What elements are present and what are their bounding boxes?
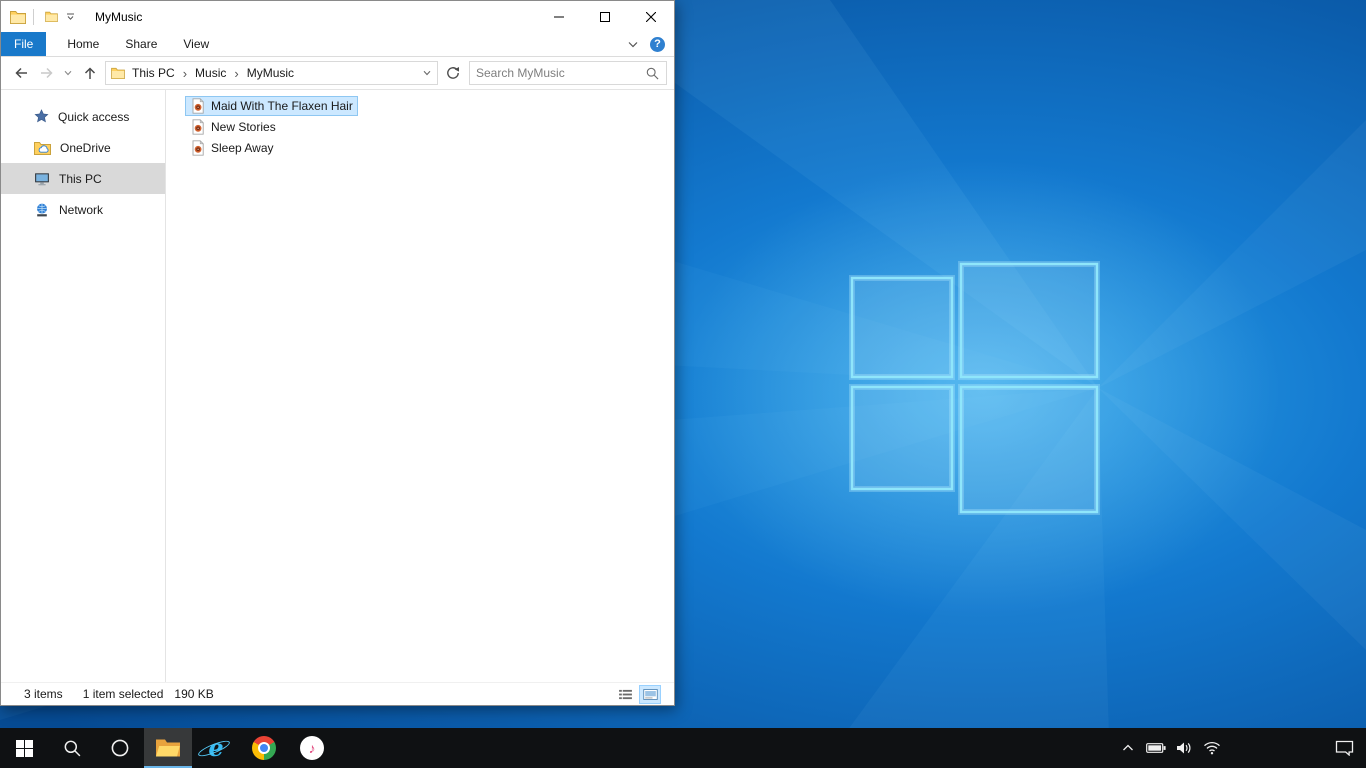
windows-logo-icon: [15, 739, 33, 757]
music-file-icon: [190, 140, 206, 156]
close-button[interactable]: [628, 1, 674, 32]
expand-ribbon-chevron-icon[interactable]: [628, 41, 638, 48]
file-name: Sleep Away: [211, 141, 274, 155]
battery-icon: [1146, 743, 1166, 753]
action-center-icon: [1335, 740, 1353, 756]
cortana-circle-icon: [111, 739, 129, 757]
sidebar-item-label: This PC: [59, 171, 102, 186]
window-body: Quick access OneDrive This PC Network Ma…: [1, 90, 674, 682]
status-item-count: 3 items: [24, 687, 63, 701]
cortana-button[interactable]: [96, 728, 144, 768]
quick-access-toolbar-folder-icon[interactable]: [41, 1, 62, 32]
taskbar-chrome-button[interactable]: [240, 728, 288, 768]
ribbon-tab-bar: File Home Share View ?: [1, 32, 674, 57]
search-box: [469, 61, 667, 85]
action-center-button[interactable]: [1324, 728, 1364, 768]
file-item-maid-with-the-flaxen-hair[interactable]: Maid With The Flaxen Hair: [185, 96, 358, 116]
search-icon[interactable]: [646, 67, 666, 80]
file-list[interactable]: Maid With The Flaxen Hair New Stories Sl…: [166, 90, 674, 682]
system-tray: [1116, 728, 1224, 768]
window-folder-icon: [10, 10, 26, 24]
breadcrumb-mymusic[interactable]: MyMusic: [240, 62, 301, 84]
navigation-pane: Quick access OneDrive This PC Network: [1, 90, 166, 682]
onedrive-icon: [34, 141, 51, 155]
internet-explorer-icon: e: [196, 735, 232, 761]
status-selection-size: 190 KB: [174, 687, 214, 701]
sidebar-item-label: Network: [59, 202, 104, 217]
title-bar[interactable]: MyMusic: [1, 1, 674, 32]
start-button[interactable]: [0, 728, 48, 768]
sidebar-item-this-pc[interactable]: This PC: [1, 163, 165, 194]
taskbar-search-button[interactable]: [48, 728, 96, 768]
speaker-icon: [1177, 742, 1191, 754]
status-bar: 3 items 1 item selected 190 KB: [1, 682, 674, 705]
file-item-sleep-away[interactable]: Sleep Away: [185, 138, 279, 158]
minimize-button[interactable]: [536, 1, 582, 32]
network-icon: [34, 203, 50, 217]
refresh-button[interactable]: [441, 61, 465, 85]
breadcrumb-this-pc[interactable]: This PC: [125, 62, 182, 84]
file-explorer-icon: [156, 739, 180, 757]
address-input[interactable]: This PC › Music › MyMusic: [105, 61, 438, 85]
window-title: MyMusic: [95, 9, 143, 24]
sidebar-item-onedrive[interactable]: OneDrive: [1, 132, 165, 163]
tab-share[interactable]: Share: [112, 32, 170, 56]
taskbar: e ♪: [0, 728, 1366, 768]
taskbar-internet-explorer-button[interactable]: e: [192, 728, 240, 768]
address-bar: This PC › Music › MyMusic: [1, 57, 674, 90]
file-name: Maid With The Flaxen Hair: [211, 99, 353, 113]
forward-button[interactable]: [34, 61, 59, 86]
show-hidden-icons-button[interactable]: [1116, 728, 1140, 768]
music-file-icon: [190, 98, 206, 114]
search-input[interactable]: [470, 66, 646, 80]
quick-access-star-icon: [34, 109, 49, 124]
large-icons-view-button[interactable]: [639, 684, 661, 704]
sidebar-item-quick-access[interactable]: Quick access: [1, 101, 165, 132]
explorer-window: MyMusic File Home Share View ? This PC ›…: [0, 0, 675, 706]
network-tray-button[interactable]: [1200, 728, 1224, 768]
maximize-button[interactable]: [582, 1, 628, 32]
volume-tray-button[interactable]: [1172, 728, 1196, 768]
sidebar-item-label: Quick access: [58, 109, 130, 124]
music-file-icon: [190, 119, 206, 135]
tab-view[interactable]: View: [170, 32, 222, 56]
file-item-new-stories[interactable]: New Stories: [185, 117, 281, 137]
taskbar-file-explorer-button[interactable]: [144, 728, 192, 768]
status-selection: 1 item selected: [82, 687, 164, 701]
this-pc-icon: [34, 172, 50, 186]
back-button[interactable]: [8, 61, 33, 86]
customize-quick-access-toolbar-chevron-icon[interactable]: [62, 1, 79, 32]
battery-tray-button[interactable]: [1144, 728, 1168, 768]
chrome-icon: [252, 736, 276, 760]
breadcrumb-music[interactable]: Music: [188, 62, 233, 84]
tab-home[interactable]: Home: [54, 32, 112, 56]
up-button[interactable]: [77, 61, 102, 86]
quick-access-toolbar-separator: [33, 8, 34, 25]
chevron-up-icon: [1123, 744, 1133, 751]
sidebar-item-label: OneDrive: [60, 140, 111, 155]
address-dropdown-chevron-icon[interactable]: [417, 62, 437, 84]
caption-buttons: [536, 1, 674, 32]
sidebar-item-network[interactable]: Network: [1, 194, 165, 225]
address-folder-icon: [111, 67, 125, 79]
tab-file[interactable]: File: [1, 32, 47, 56]
wifi-icon: [1204, 742, 1220, 755]
details-view-button[interactable]: [614, 685, 636, 704]
recent-locations-chevron-icon[interactable]: [60, 61, 76, 86]
search-icon: [64, 740, 80, 756]
taskbar-itunes-button[interactable]: ♪: [288, 728, 336, 768]
itunes-icon: ♪: [300, 736, 324, 760]
file-name: New Stories: [211, 120, 276, 134]
help-icon[interactable]: ?: [650, 36, 665, 52]
